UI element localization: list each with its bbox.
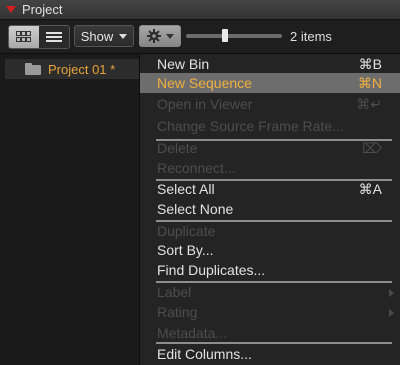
menu-item-label: Select None — [157, 201, 234, 217]
menu-item-label: Open in Viewer — [157, 96, 253, 112]
menu-item-label: Sort By... — [157, 242, 214, 258]
submenu-arrow-icon — [389, 309, 394, 317]
menu-item-open-in-viewer[interactable]: Open in Viewer ⌘↵ — [140, 94, 400, 114]
show-label: Show — [80, 28, 114, 44]
menu-item-label: Find Duplicates... — [157, 262, 266, 278]
menu-item-rating[interactable]: Rating — [140, 302, 400, 322]
folder-icon — [25, 63, 41, 75]
menu-item-label: Duplicate — [157, 223, 216, 239]
view-mode-toggle — [8, 25, 70, 49]
slider-thumb[interactable] — [222, 29, 228, 42]
grid-view-button[interactable] — [9, 26, 39, 48]
menu-item-edit-columns[interactable]: Edit Columns... — [140, 344, 400, 364]
show-dropdown-button[interactable]: Show — [74, 25, 134, 47]
list-icon — [46, 32, 62, 42]
menu-item-select-none[interactable]: Select None — [140, 199, 400, 219]
shortcut-label: ⌘↵ — [356, 96, 382, 112]
menu-item-label: Label — [157, 284, 192, 300]
menu-item-label-submenu[interactable]: Label — [140, 282, 400, 302]
panel-title: Project — [22, 2, 63, 17]
sidebar-item-project[interactable]: Project 01 * — [5, 59, 139, 79]
chevron-down-icon — [119, 33, 128, 39]
gear-icon — [146, 29, 161, 43]
menu-item-label: Select All — [157, 181, 215, 197]
menu-item-metadata[interactable]: Metadata... — [140, 323, 400, 343]
menu-item-change-source-frame-rate[interactable]: Change Source Frame Rate... — [140, 116, 400, 136]
menu-item-select-all[interactable]: Select All ⌘A — [140, 179, 400, 199]
menu-item-new-sequence[interactable]: New Sequence ⌘N — [140, 73, 400, 93]
bin-sidebar: Project 01 * — [0, 54, 140, 365]
shortcut-label: ⌘A — [358, 181, 382, 197]
menu-item-label: New Bin — [157, 56, 210, 72]
menu-item-label: Rating — [157, 304, 198, 320]
items-count: 2 items — [290, 29, 332, 44]
action-menu: New Bin ⌘B New Sequence ⌘N Open in Viewe… — [140, 54, 400, 365]
shortcut-label: ⌘N — [357, 75, 382, 91]
grid-icon — [16, 31, 31, 42]
menu-item-label: Metadata... — [157, 325, 228, 341]
submenu-arrow-icon — [389, 289, 394, 297]
menu-item-new-bin[interactable]: New Bin ⌘B — [140, 54, 400, 74]
menu-item-label: Change Source Frame Rate... — [157, 118, 344, 134]
panel-titlebar: Project — [0, 0, 400, 20]
shortcut-label: ⌘B — [358, 56, 382, 72]
menu-item-find-duplicates[interactable]: Find Duplicates... — [140, 260, 400, 280]
menu-item-label: Edit Columns... — [157, 346, 252, 362]
menu-item-delete[interactable]: Delete ⌦ — [140, 138, 400, 158]
menu-item-label: Delete — [157, 140, 198, 156]
delete-key-icon: ⌦ — [362, 140, 382, 156]
menu-item-label: New Sequence — [157, 75, 252, 91]
list-view-button[interactable] — [39, 26, 69, 48]
menu-item-duplicate[interactable]: Duplicate — [140, 221, 400, 241]
thumbnail-size-slider[interactable] — [186, 29, 282, 42]
menu-item-reconnect[interactable]: Reconnect... — [140, 158, 400, 178]
action-menu-button[interactable] — [139, 25, 181, 47]
toolbar: Show 2 items — [0, 20, 400, 54]
menu-item-label: Reconnect... — [157, 160, 236, 176]
menu-item-sort-by[interactable]: Sort By... — [140, 240, 400, 260]
collapse-triangle-icon[interactable] — [6, 6, 16, 13]
chevron-down-icon — [165, 33, 174, 39]
sidebar-item-label: Project 01 * — [48, 61, 116, 77]
